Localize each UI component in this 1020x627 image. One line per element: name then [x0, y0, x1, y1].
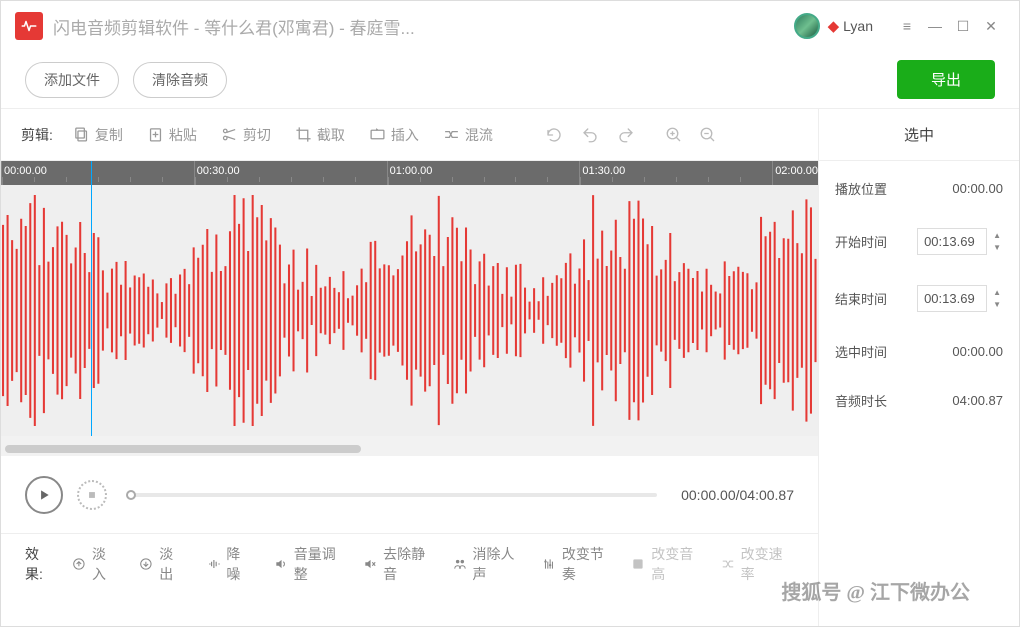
change-speed-button[interactable]: 改变速率 [711, 538, 794, 590]
end-up-button[interactable]: ▲ [991, 287, 1003, 299]
effects-bar: 效果: 淡入 淡出 降噪 音量调整 去除静音 消除人声 改变节奏 改变音高 改变… [1, 534, 818, 594]
effects-label: 效果: [25, 544, 50, 584]
playhead[interactable] [91, 161, 92, 436]
file-info: - 等什么君(邓寓君) - 春庭雪... [189, 19, 415, 38]
selection-panel: 选中 播放位置 00:00.00 开始时间 ▲▼ 结束时间 ▲▼ [819, 109, 1019, 626]
play-button[interactable] [25, 476, 63, 514]
toolbar: 添加文件 清除音频 导出 [1, 51, 1019, 109]
volume-button[interactable]: 音量调整 [264, 538, 347, 590]
stop-button[interactable] [77, 480, 107, 510]
title-text: 闪电音频剪辑软件 - 等什么君(邓寓君) - 春庭雪... [53, 14, 415, 39]
cut-button[interactable]: 剪切 [211, 119, 281, 151]
app-name: 闪电音频剪辑软件 [53, 19, 189, 38]
end-time-row: 结束时间 ▲▼ [835, 285, 1003, 312]
paste-icon [147, 126, 164, 143]
insert-button[interactable]: 插入 [359, 119, 429, 151]
avatar[interactable] [794, 13, 820, 39]
close-button[interactable]: ✕ [977, 12, 1005, 40]
denoise-button[interactable]: 降噪 [197, 538, 258, 590]
fade-in-icon [72, 555, 86, 573]
start-time-input[interactable] [917, 228, 987, 255]
end-down-button[interactable]: ▼ [991, 299, 1003, 311]
refresh-button[interactable] [539, 120, 569, 150]
crop-button[interactable]: 截取 [285, 119, 355, 151]
remove-silence-button[interactable]: 去除静音 [353, 538, 436, 590]
export-button[interactable]: 导出 [897, 60, 995, 99]
menu-button[interactable]: ≡ [893, 12, 921, 40]
time-ruler[interactable]: 00:00.00 00:30.00 01:00.00 01:30.00 02:0… [1, 161, 818, 185]
fade-out-icon [139, 555, 153, 573]
add-file-button[interactable]: 添加文件 [25, 62, 119, 98]
play-icon [37, 488, 51, 502]
maximize-button[interactable]: ☐ [949, 12, 977, 40]
play-position-row: 播放位置 00:00.00 [835, 179, 1003, 198]
progress-knob[interactable] [126, 490, 136, 500]
speed-icon [721, 555, 735, 573]
remove-vocal-button[interactable]: 消除人声 [443, 538, 526, 590]
change-tempo-button[interactable]: 改变节奏 [532, 538, 615, 590]
scissors-icon [221, 126, 238, 143]
minimize-button[interactable]: — [921, 12, 949, 40]
end-time-input[interactable] [917, 285, 987, 312]
waveform[interactable] [1, 185, 818, 436]
change-pitch-button[interactable]: 改变音高 [621, 538, 704, 590]
left-panel: 剪辑: 复制 粘贴 剪切 截取 插入 混流 [1, 109, 819, 626]
title-bar: 闪电音频剪辑软件 - 等什么君(邓寓君) - 春庭雪... ◆ Lyan ≡ —… [1, 1, 1019, 51]
edit-label: 剪辑: [21, 125, 53, 145]
main-area: 剪辑: 复制 粘贴 剪切 截取 插入 混流 [1, 109, 1019, 626]
selected-time-row: 选中时间 00:00.00 [835, 342, 1003, 361]
playback-controls: 00:00.00/04:00.87 [1, 456, 818, 534]
start-down-button[interactable]: ▼ [991, 242, 1003, 254]
stop-icon [87, 490, 97, 500]
tempo-icon [542, 555, 556, 573]
insert-icon [369, 126, 386, 143]
clear-audio-button[interactable]: 清除音频 [133, 62, 227, 98]
app-logo [15, 12, 43, 40]
volume-icon [274, 555, 288, 573]
h-scrollbar[interactable] [1, 442, 818, 456]
fade-in-button[interactable]: 淡入 [62, 538, 123, 590]
username: Lyan [843, 18, 873, 34]
timeline[interactable]: 00:00.00 00:30.00 01:00.00 01:30.00 02:0… [1, 161, 818, 456]
copy-icon [73, 126, 90, 143]
vocal-icon [453, 555, 467, 573]
panel-header: 选中 [819, 109, 1019, 161]
h-scrollbar-thumb[interactable] [5, 445, 361, 453]
zoom-in-button[interactable] [659, 120, 689, 150]
pitch-icon [631, 555, 645, 573]
start-time-row: 开始时间 ▲▼ [835, 228, 1003, 255]
mix-icon [443, 126, 460, 143]
time-display: 00:00.00/04:00.87 [681, 487, 794, 503]
crop-icon [295, 126, 312, 143]
undo-button[interactable] [575, 120, 605, 150]
paste-button[interactable]: 粘贴 [137, 119, 207, 151]
duration-row: 音频时长 04:00.87 [835, 391, 1003, 410]
denoise-icon [207, 555, 221, 573]
mute-icon [363, 555, 377, 573]
start-up-button[interactable]: ▲ [991, 230, 1003, 242]
fade-out-button[interactable]: 淡出 [129, 538, 190, 590]
copy-button[interactable]: 复制 [63, 119, 133, 151]
progress-bar[interactable] [131, 493, 657, 497]
edit-bar: 剪辑: 复制 粘贴 剪切 截取 插入 混流 [1, 109, 818, 161]
premium-icon: ◆ [828, 17, 840, 35]
mix-button[interactable]: 混流 [433, 119, 503, 151]
redo-button[interactable] [611, 120, 641, 150]
zoom-out-button[interactable] [693, 120, 723, 150]
